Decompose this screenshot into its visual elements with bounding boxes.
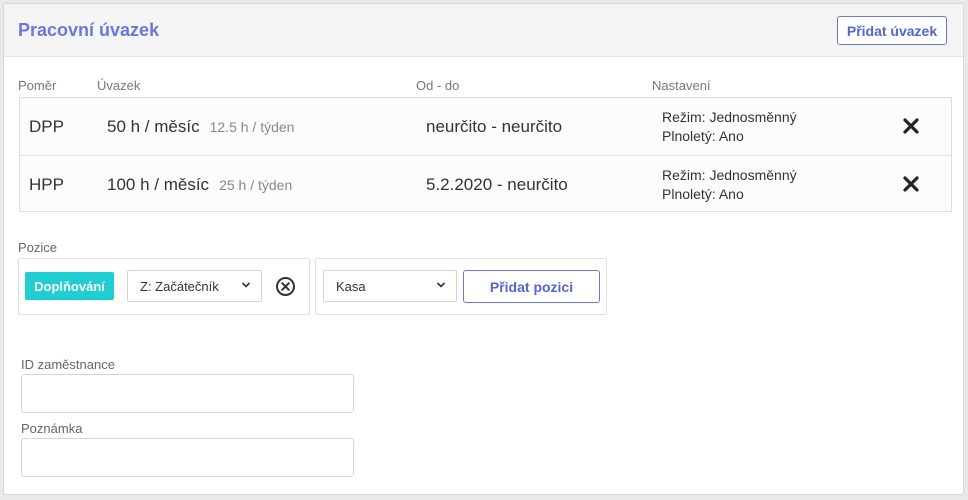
position-select[interactable]: Kasa (323, 270, 457, 302)
position-select-value: Kasa (336, 278, 366, 294)
settings: Režim: Jednosměnný Plnoletý: Ano (662, 166, 797, 204)
contracts-table: DPP 50 h / měsíc 12.5 h / týden neurčito … (19, 97, 952, 212)
level-select[interactable]: Z: Začátečník (127, 270, 262, 302)
close-icon[interactable] (901, 116, 921, 136)
note-input[interactable] (21, 438, 354, 477)
work-contract-card: Pracovní úvazek Přidat úvazek Poměr Úvaz… (3, 3, 964, 495)
date-range: 5.2.2020 - neurčito (426, 175, 568, 194)
settings: Režim: Jednosměnný Plnoletý: Ano (662, 108, 797, 146)
column-header-uvazek: Úvazek (97, 78, 141, 93)
position-label: Pozice (18, 240, 58, 255)
level-select-value: Z: Začátečník (140, 278, 219, 294)
column-header-pomer: Poměr (18, 78, 57, 93)
card-header: Pracovní úvazek Přidat úvazek (4, 4, 963, 57)
chevron-down-icon (241, 282, 251, 288)
workload: 100 h / měsíc 25 h / týden (107, 175, 292, 195)
close-icon[interactable] (901, 174, 921, 194)
workload-month: 50 h / měsíc (107, 117, 200, 136)
position-badge: Doplňování (25, 272, 114, 300)
workload-month: 100 h / měsíc (107, 175, 210, 194)
adult-flag: Plnoletý: Ano (662, 186, 744, 202)
add-contract-button[interactable]: Přidat úvazek (837, 16, 947, 45)
table-row: HPP 100 h / měsíc 25 h / týden 5.2.2020 -… (20, 155, 951, 212)
adult-flag: Plnoletý: Ano (662, 128, 744, 144)
contract-type: HPP (29, 175, 64, 194)
assigned-position-box: Doplňování Z: Začátečník (18, 258, 310, 315)
new-position-box: Kasa Přidat pozici (315, 258, 607, 315)
clear-circle-icon[interactable] (275, 276, 296, 297)
column-header-nastaveni: Nastavení (652, 78, 711, 93)
date-range: neurčito - neurčito (426, 117, 563, 136)
column-header-od-do: Od - do (416, 78, 460, 93)
add-position-button[interactable]: Přidat pozici (463, 270, 600, 303)
shift-mode: Režim: Jednosměnný (662, 109, 797, 125)
contract-type: DPP (29, 117, 64, 136)
workload: 50 h / měsíc 12.5 h / týden (107, 117, 294, 137)
employee-id-label: ID zaměstnance (21, 357, 115, 372)
note-label: Poznámka (21, 421, 83, 436)
chevron-down-icon (436, 282, 446, 288)
employee-id-input[interactable] (21, 374, 354, 413)
workload-week: 12.5 h / týden (209, 119, 295, 135)
table-row: DPP 50 h / měsíc 12.5 h / týden neurčito … (20, 98, 951, 155)
shift-mode: Režim: Jednosměnný (662, 167, 797, 183)
card-title: Pracovní úvazek (18, 20, 160, 40)
workload-week: 25 h / týden (219, 177, 293, 193)
